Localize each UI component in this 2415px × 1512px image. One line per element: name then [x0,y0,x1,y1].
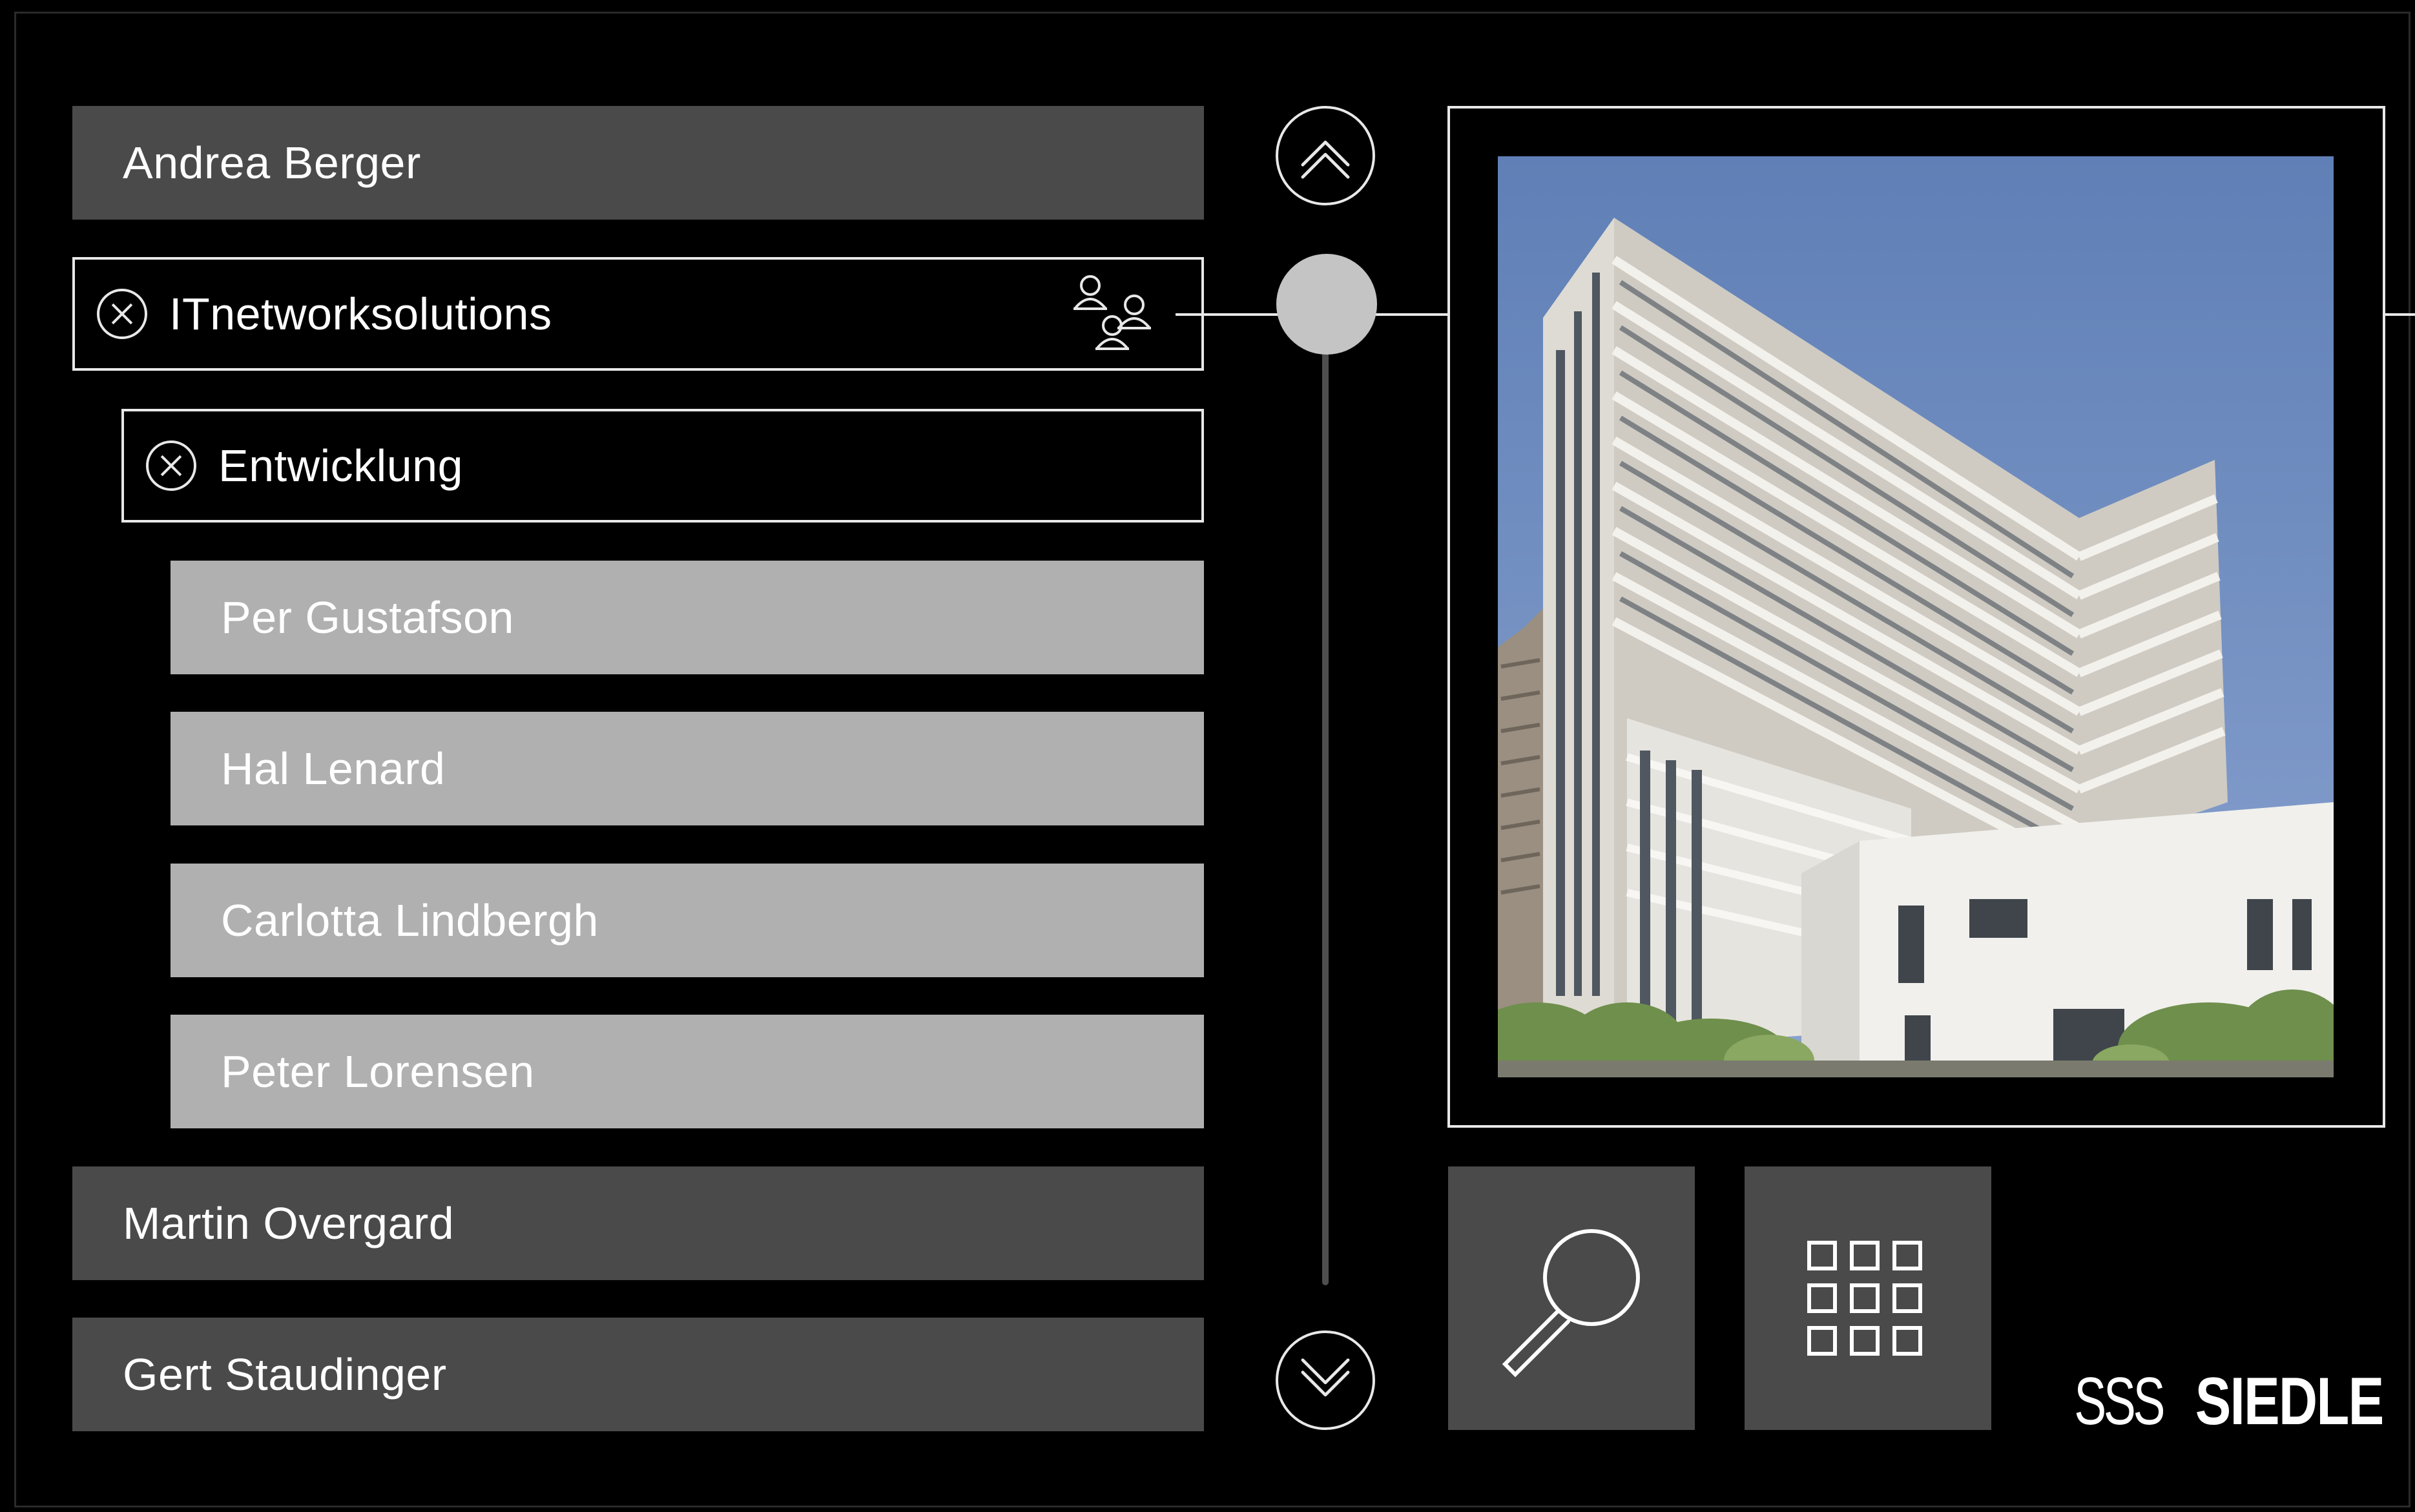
contact-row-peter-lorensen[interactable]: Peter Lorensen [171,1015,1204,1128]
search-button[interactable] [1448,1166,1695,1430]
scroll-down-button[interactable] [1276,1331,1375,1430]
subgroup-row-entwicklung[interactable]: Entwicklung [121,409,1204,523]
keypad-grid-icon [1807,1241,1922,1356]
contact-row-hal-lenard[interactable]: Hal Lenard [171,712,1204,825]
siedle-logo-wordmark: SIEDLE [2195,1363,2385,1439]
group-icon [1073,275,1151,350]
contact-label: Per Gustafson [221,592,514,643]
contact-row-per-gustafson[interactable]: Per Gustafson [171,561,1204,674]
contact-label: Martin Overgard [123,1198,455,1248]
contact-row-martin-overgard[interactable]: Martin Overgard [72,1166,1204,1280]
double-chevron-down-icon [1301,1358,1350,1397]
siedle-logo-mark: SSS [2074,1363,2165,1439]
group-row-itnetworksolutions[interactable]: ITnetworksolutions [72,257,1204,371]
group-label: ITnetworksolutions [169,289,552,339]
double-chevron-up-icon [1301,140,1350,179]
building-photo [1498,156,2334,1077]
building-image-frame [1447,106,2385,1128]
scrollbar-track[interactable] [1322,323,1329,1285]
subgroup-label: Entwicklung [218,440,464,491]
siedle-logo: SSS SIEDLE [2040,1364,2384,1439]
scroll-up-button[interactable] [1276,106,1375,205]
contact-row-gert-staudinger[interactable]: Gert Staudinger [72,1318,1204,1431]
contact-label: Peter Lorensen [221,1046,535,1097]
contact-label: Andrea Berger [123,138,421,188]
close-icon[interactable] [97,289,147,339]
keypad-button[interactable] [1745,1166,1991,1430]
contact-row-carlotta-lindbergh[interactable]: Carlotta Lindbergh [171,864,1204,977]
contact-row-andrea-berger[interactable]: Andrea Berger [72,106,1204,220]
close-icon[interactable] [146,440,196,491]
contact-label: Carlotta Lindbergh [221,895,599,946]
scrollbar-thumb[interactable] [1276,254,1377,355]
contact-label: Hal Lenard [221,743,446,794]
magnifier-icon [1502,1229,1640,1378]
contact-label: Gert Staudinger [123,1349,447,1400]
